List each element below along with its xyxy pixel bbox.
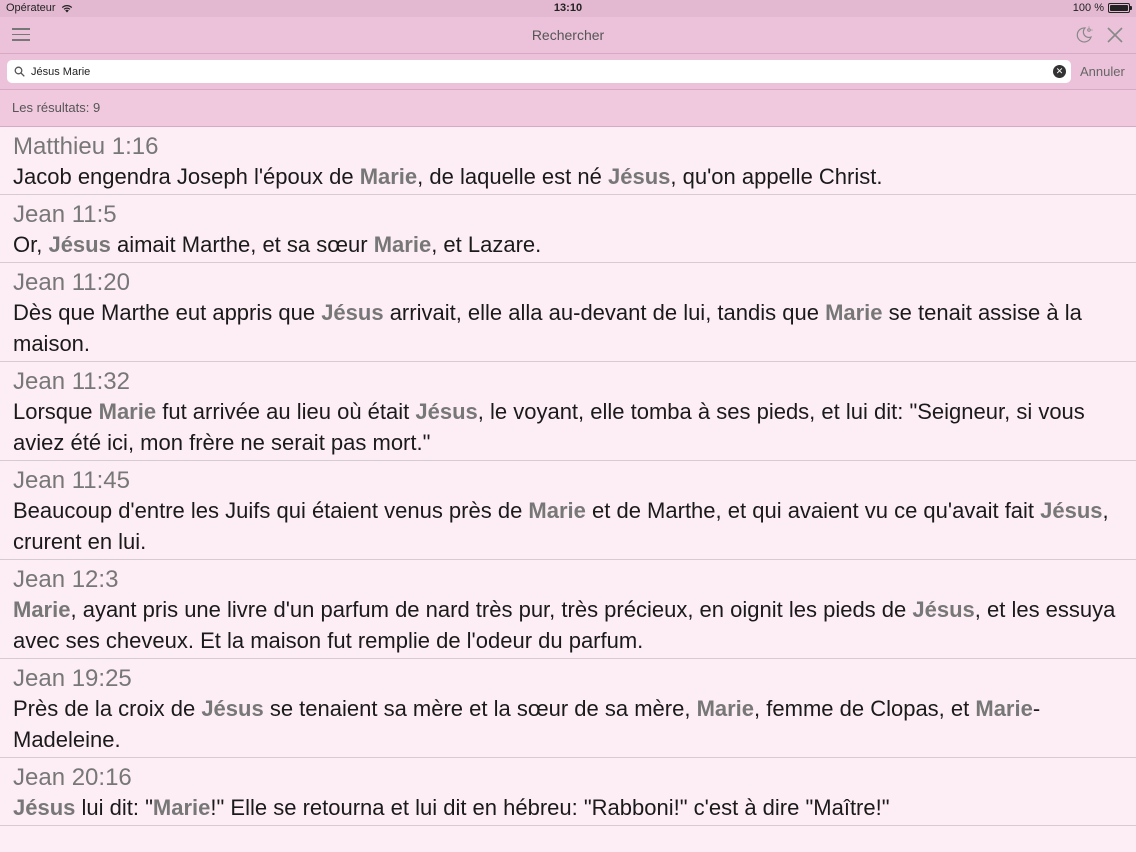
highlighted-term: Marie	[152, 795, 211, 820]
result-item[interactable]: Jean 19:25 Près de la croix de Jésus se …	[0, 659, 1136, 758]
search-box[interactable]: ✕	[7, 60, 1071, 83]
result-item[interactable]: Jean 11:45 Beaucoup d'entre les Juifs qu…	[0, 461, 1136, 560]
verse-segment: se tenaient sa mère et la sœur de sa mèr…	[263, 696, 697, 721]
highlighted-term: Jésus	[321, 300, 384, 325]
highlighted-term: Jésus	[201, 696, 264, 721]
result-item[interactable]: Jean 11:5 Or, Jésus aimait Marthe, et sa…	[0, 195, 1136, 263]
verse-segment: !" Elle se retourna et lui dit en hébreu…	[210, 795, 890, 820]
verse-reference: Jean 11:20	[13, 269, 130, 296]
verse-segment: , et Lazare.	[431, 232, 542, 257]
verse-segment: Beaucoup d'entre les Juifs qui étaient v…	[13, 498, 529, 523]
highlighted-term: Marie	[98, 399, 157, 424]
verse-segment: Or,	[13, 232, 49, 257]
verse-segment: aimait Marthe, et sa sœur	[110, 232, 374, 257]
verse-reference: Jean 12:3	[13, 566, 119, 593]
verse-text: Dès que Marthe eut appris que Jésus arri…	[13, 297, 1123, 359]
verse-reference: Jean 20:16	[13, 764, 132, 791]
verse-segment: et de Marthe, et qui avaient vu ce qu'av…	[585, 498, 1041, 523]
verse-reference: Jean 11:5	[13, 201, 117, 228]
highlighted-term: Marie	[825, 300, 883, 325]
verse-segment: Lorsque	[13, 399, 99, 424]
status-time: 13:10	[553, 2, 583, 14]
search-row: ✕ Annuler	[0, 54, 1136, 90]
verse-text: Lorsque Marie fut arrivée au lieu où éta…	[13, 396, 1123, 458]
verse-text: Près de la croix de Jésus se tenaient sa…	[13, 693, 1123, 755]
verse-segment: , ayant pris une livre d'un parfum de na…	[70, 597, 913, 622]
highlighted-term: Marie	[696, 696, 755, 721]
verse-segment: Jacob engendra Joseph l'époux de	[13, 164, 360, 189]
clear-search-icon[interactable]: ✕	[1053, 65, 1066, 78]
highlighted-term: Jésus	[1040, 498, 1103, 523]
search-icon	[14, 66, 25, 77]
verse-segment: fut arrivée au lieu où était	[156, 399, 416, 424]
verse-segment: lui dit: "	[75, 795, 153, 820]
battery-icon	[1108, 3, 1132, 13]
results-count-header: Les résultats: 9	[0, 90, 1136, 127]
result-item[interactable]: Jean 12:3 Marie, ayant pris une livre d'…	[0, 560, 1136, 659]
result-item[interactable]: Jean 20:16 Jésus lui dit: "Marie!" Elle …	[0, 758, 1136, 826]
highlighted-term: Jésus	[415, 399, 478, 424]
highlighted-term: Jésus	[13, 795, 76, 820]
verse-text: Beaucoup d'entre les Juifs qui étaient v…	[13, 495, 1123, 557]
battery-group: 100 %	[1072, 2, 1132, 14]
verse-segment: Près de la croix de	[13, 696, 202, 721]
search-input[interactable]	[31, 63, 1041, 80]
highlighted-term: Marie	[13, 597, 71, 622]
highlighted-term: Marie	[373, 232, 432, 257]
close-x-icon[interactable]	[1106, 26, 1124, 44]
verse-text: Jésus lui dit: "Marie!" Elle se retourna…	[13, 792, 1123, 823]
result-item[interactable]: Jean 11:20 Dès que Marthe eut appris que…	[0, 263, 1136, 362]
verse-text: Or, Jésus aimait Marthe, et sa sœur Mari…	[13, 229, 1123, 260]
verse-reference: Jean 11:32	[13, 368, 130, 395]
highlighted-term: Marie	[528, 498, 586, 523]
results-list[interactable]: Matthieu 1:16 Jacob engendra Joseph l'ép…	[0, 127, 1136, 852]
highlighted-term: Jésus	[48, 232, 111, 257]
verse-segment: , qu'on appelle Christ.	[670, 164, 883, 189]
page-title: Rechercher	[531, 27, 605, 43]
cancel-button[interactable]: Annuler	[1080, 64, 1125, 79]
verse-text: Marie, ayant pris une livre d'un parfum …	[13, 594, 1123, 656]
highlighted-term: Marie	[975, 696, 1033, 721]
result-item[interactable]: Jean 11:32 Lorsque Marie fut arrivée au …	[0, 362, 1136, 461]
results-count-value: 9	[92, 100, 101, 115]
verse-reference: Matthieu 1:16	[13, 133, 159, 160]
navigation-bar: Rechercher	[0, 17, 1136, 54]
verse-text: Jacob engendra Joseph l'époux de Marie, …	[13, 161, 1123, 192]
highlighted-term: Jésus	[607, 164, 671, 189]
highlighted-term: Jésus	[912, 597, 975, 622]
results-count-label: Les résultats:	[12, 100, 93, 115]
status-bar: Opérateur 13:10 100 %	[0, 0, 1136, 17]
verse-segment: , de laquelle est né	[417, 164, 608, 189]
verse-segment: , femme de Clopas, et	[754, 696, 976, 721]
verse-segment: arrivait, elle alla au-devant de lui, ta…	[383, 300, 826, 325]
verse-reference: Jean 19:25	[13, 665, 132, 692]
verse-reference: Jean 11:45	[13, 467, 130, 494]
verse-segment: Dès que Marthe eut appris que	[13, 300, 322, 325]
moon-sun-icon[interactable]	[1074, 25, 1094, 45]
result-item[interactable]: Matthieu 1:16 Jacob engendra Joseph l'ép…	[0, 127, 1136, 195]
battery-percent: 100 %	[1072, 2, 1104, 14]
highlighted-term: Marie	[359, 164, 418, 189]
